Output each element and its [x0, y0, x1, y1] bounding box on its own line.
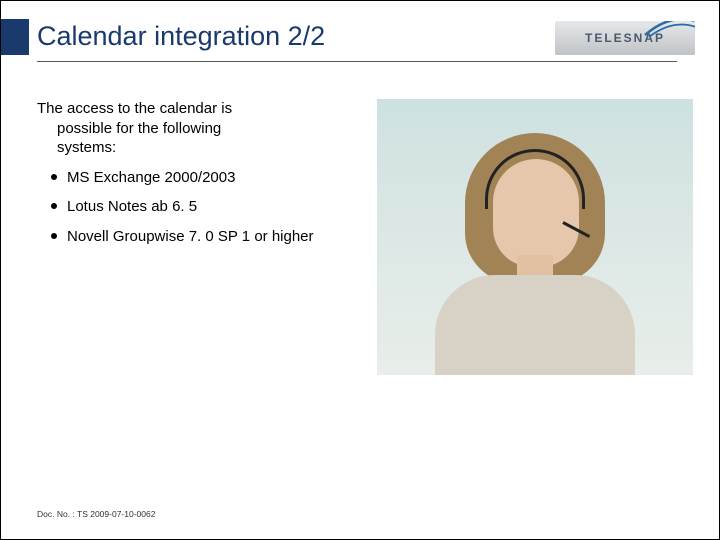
person-illustration: [405, 125, 665, 375]
brand-logo: TELESNAP: [555, 21, 695, 55]
content-block: The access to the calendar is possible f…: [37, 99, 337, 256]
slide: Calendar integration 2/2 TELESNAP The ac…: [0, 0, 720, 540]
list-item: MS Exchange 2000/2003: [37, 168, 337, 188]
intro-line: possible for the following: [57, 119, 337, 139]
intro-line: systems:: [57, 138, 337, 158]
swoosh-icon: [643, 21, 695, 39]
intro-line: The access to the calendar is: [37, 100, 232, 117]
list-item: Lotus Notes ab 6. 5: [37, 197, 337, 217]
bullet-list: MS Exchange 2000/2003 Lotus Notes ab 6. …: [37, 168, 337, 247]
header-accent-block: [1, 19, 29, 55]
hero-photo: [377, 99, 693, 375]
title-underline: [37, 61, 677, 62]
page-title: Calendar integration 2/2: [37, 21, 325, 52]
torso-shape: [435, 275, 635, 375]
intro-text: The access to the calendar is possible f…: [37, 99, 337, 158]
list-item: Novell Groupwise 7. 0 SP 1 or higher: [37, 227, 337, 247]
doc-number: Doc. No. : TS 2009-07-10-0062: [37, 509, 155, 519]
